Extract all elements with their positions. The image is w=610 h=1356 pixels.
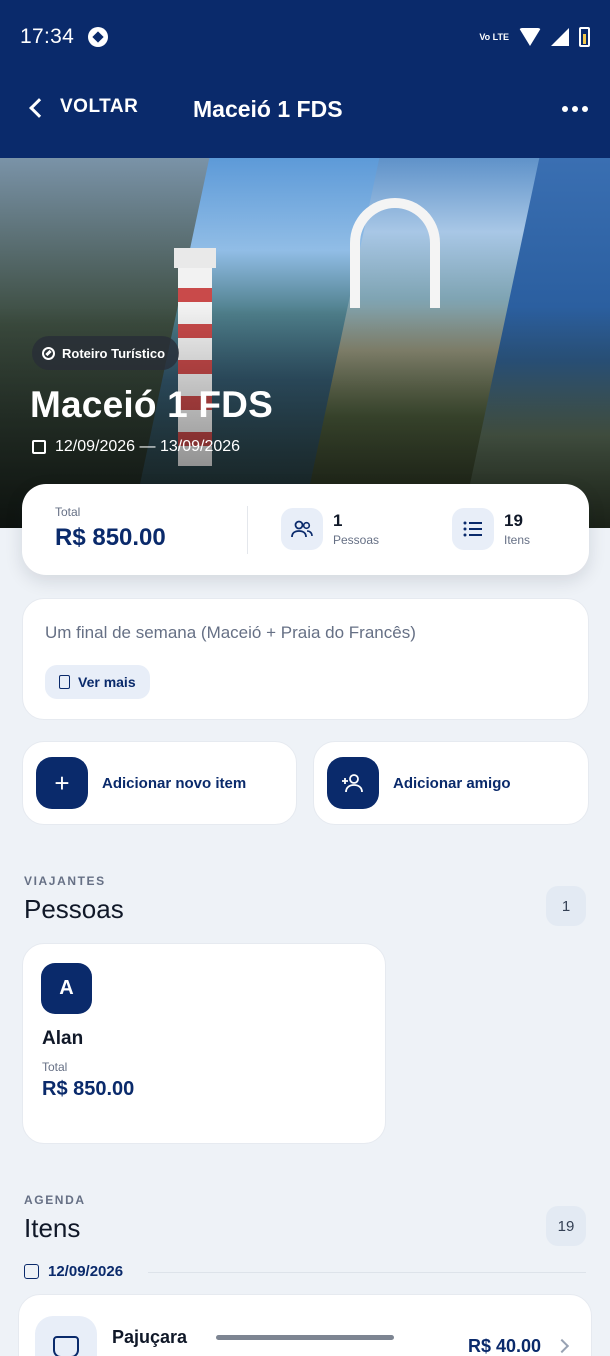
chevron-left-icon	[29, 97, 49, 118]
total-value: R$ 850.00	[55, 524, 166, 551]
see-more-button[interactable]: Ver mais	[45, 665, 150, 699]
signal-icon	[551, 28, 569, 46]
add-item-button[interactable]: + Adicionar novo item	[22, 741, 297, 825]
see-more-label: Ver mais	[78, 674, 136, 690]
description-text: Um final de semana (Maceió + Praia do Fr…	[45, 623, 416, 642]
people-count: 1	[333, 511, 343, 530]
status-time: 17:34	[20, 25, 75, 48]
trip-dates: 12/09/2026 — 13/09/2026	[32, 438, 240, 456]
items-label: Itens	[504, 533, 531, 547]
items-stat: 19 Itens	[452, 508, 530, 550]
add-friend-button[interactable]: Adicionar amigo	[313, 741, 589, 825]
travelers-title: Pessoas	[24, 894, 124, 924]
avatar: A	[41, 963, 92, 1014]
more-options-icon[interactable]	[562, 106, 588, 112]
page-title: Maceió 1 FDS	[193, 96, 343, 122]
person-total-value: R$ 850.00	[42, 1078, 135, 1100]
back-label: VOLTAR	[60, 96, 139, 117]
home-indicator[interactable]	[216, 1335, 394, 1340]
person-total-label: Total	[42, 1060, 68, 1074]
document-icon	[59, 675, 70, 689]
person-name: Alan	[42, 1028, 84, 1049]
status-bar: 17:34 Vo LTE	[20, 22, 590, 52]
people-icon	[281, 508, 323, 550]
calendar-icon	[24, 1264, 39, 1279]
trip-title: Maceió 1 FDS	[30, 384, 273, 425]
people-label: Pessoas	[333, 533, 380, 547]
plus-icon: +	[36, 757, 88, 809]
item-name: Pajuçara	[112, 1327, 188, 1347]
description-card: Um final de semana (Maceió + Praia do Fr…	[22, 598, 589, 720]
travelers-count-badge: 1	[546, 886, 586, 926]
add-item-label: Adicionar novo item	[102, 774, 247, 792]
trip-type-label: Roteiro Turístico	[62, 345, 166, 361]
agenda-eyebrow: AGENDA	[24, 1193, 86, 1207]
items-count: 19	[504, 511, 523, 530]
list-icon	[452, 508, 494, 550]
back-button[interactable]: VOLTAR	[29, 96, 139, 118]
divider	[148, 1272, 586, 1273]
calendar-icon	[32, 440, 46, 454]
status-icons: Vo LTE	[479, 27, 590, 47]
chevron-right-icon	[554, 1338, 570, 1354]
battery-icon	[579, 27, 590, 47]
item-price: R$ 40.00	[468, 1336, 542, 1356]
app-bar: VOLTAR Maceió 1 FDS	[0, 84, 610, 138]
food-icon	[35, 1316, 97, 1356]
agenda-date-header: 12/09/2026	[24, 1263, 123, 1280]
add-friend-label: Adicionar amigo	[393, 774, 511, 792]
agenda-count-badge: 19	[546, 1206, 586, 1246]
travelers-eyebrow: VIAJANTES	[24, 874, 106, 888]
soccer-ball-icon	[88, 27, 109, 47]
hero-banner: Roteiro Turístico Maceió 1 FDS 12/09/202…	[0, 158, 610, 528]
compass-icon	[42, 346, 55, 360]
total-label: Total	[55, 505, 81, 519]
agenda-item[interactable]: Pajuçara R$ 40.00	[18, 1294, 592, 1356]
trip-type-chip: Roteiro Turístico	[32, 336, 180, 370]
wifi-icon	[519, 28, 541, 46]
agenda-title: Itens	[24, 1213, 81, 1243]
person-card[interactable]: A Alan Total R$ 850.00	[22, 943, 386, 1144]
divider	[247, 506, 248, 554]
top-bar: 17:34 Vo LTE VOLTAR Maceió 1 FDS	[0, 0, 610, 158]
volte-lte-indicator: Vo LTE	[479, 31, 509, 42]
agenda-date: 12/09/2026	[48, 1263, 124, 1280]
people-stat: 1 Pessoas	[281, 508, 379, 550]
summary-card: Total R$ 850.00 1 Pessoas 19 Itens	[22, 484, 589, 575]
trip-dates-text: 12/09/2026 — 13/09/2026	[55, 438, 241, 455]
add-user-icon	[327, 757, 379, 809]
